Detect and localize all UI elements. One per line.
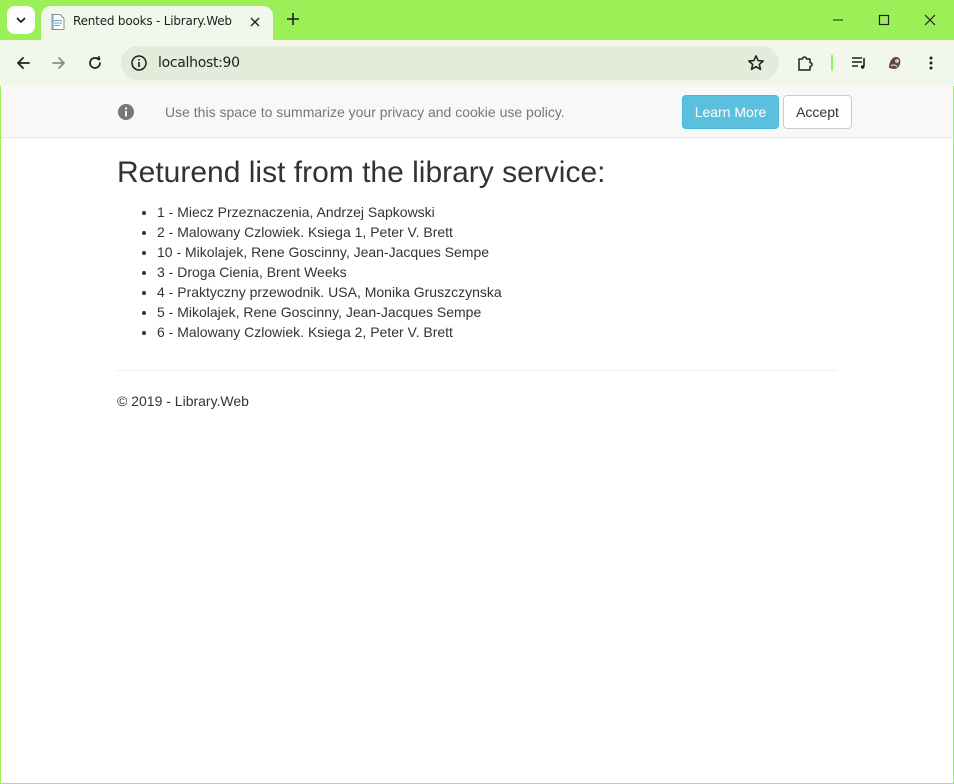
url-text: localhost:90 (158, 55, 240, 71)
cookie-message: Use this space to summarize your privacy… (165, 104, 565, 120)
list-item: 2 - Malowany Czlowiek. Ksiega 1, Peter V… (157, 222, 502, 242)
footer-copyright: © 2019 - Library.Web (117, 393, 249, 409)
arrow-right-icon (52, 57, 65, 69)
address-bar[interactable]: localhost:90 (121, 46, 779, 80)
footer-divider (117, 370, 837, 371)
list-item: 4 - Praktyczny przewodnik. USA, Monika G… (157, 282, 502, 302)
info-icon (118, 104, 134, 120)
list-item: 5 - Mikolajek, Rene Goscinny, Jean-Jacqu… (157, 302, 502, 322)
document-icon (51, 14, 65, 30)
tab-rented-books[interactable]: Rented books - Library.Web (41, 6, 273, 40)
kebab-menu-icon (929, 56, 933, 70)
browser-titlebar: Rented books - Library.Web (0, 0, 954, 40)
window-border (0, 86, 1, 784)
extensions-button[interactable] (791, 49, 819, 77)
chevron-down-icon (16, 17, 26, 23)
list-item: 10 - Mikolajek, Rene Goscinny, Jean-Jacq… (157, 242, 502, 262)
tab-close-button[interactable] (245, 12, 265, 32)
info-icon[interactable] (130, 54, 148, 72)
close-window-button[interactable] (907, 0, 953, 40)
page-title: Returend list from the library service: (117, 156, 606, 189)
plus-icon (287, 13, 299, 25)
back-button[interactable] (9, 49, 37, 77)
avatar-icon (886, 54, 904, 72)
list-item: 3 - Droga Cienia, Brent Weeks (157, 262, 502, 282)
cookie-consent-bar: Use this space to summarize your privacy… (1, 86, 953, 138)
media-button[interactable] (845, 49, 873, 77)
browser-toolbar: localhost:90 (0, 40, 954, 86)
playlist-icon (852, 57, 865, 69)
arrow-left-icon (17, 57, 30, 69)
list-item: 6 - Malowany Czlowiek. Ksiega 2, Peter V… (157, 322, 502, 342)
new-tab-button[interactable] (281, 7, 305, 31)
minimize-button[interactable] (815, 0, 861, 40)
rented-books-list: 1 - Miecz Przeznaczenia, Andrzej Sapkows… (157, 202, 502, 342)
reload-icon (89, 56, 101, 69)
browser-menu-button[interactable] (917, 49, 945, 77)
list-item: 1 - Miecz Przeznaczenia, Andrzej Sapkows… (157, 202, 502, 222)
reload-button[interactable] (81, 49, 109, 77)
tab-search-button[interactable] (7, 6, 35, 34)
puzzle-icon (798, 56, 813, 71)
learn-more-button[interactable]: Learn More (682, 95, 779, 129)
profile-button[interactable] (881, 49, 909, 77)
star-icon[interactable] (747, 54, 765, 72)
forward-button[interactable] (45, 49, 73, 77)
accept-button[interactable]: Accept (783, 95, 852, 129)
maximize-icon (878, 14, 890, 26)
page-viewport: Use this space to summarize your privacy… (1, 86, 953, 783)
close-icon (250, 17, 260, 27)
maximize-button[interactable] (861, 0, 907, 40)
minimize-icon (833, 19, 843, 21)
tab-title: Rented books - Library.Web (73, 14, 232, 28)
toolbar-separator (831, 55, 833, 71)
close-icon (924, 14, 936, 26)
